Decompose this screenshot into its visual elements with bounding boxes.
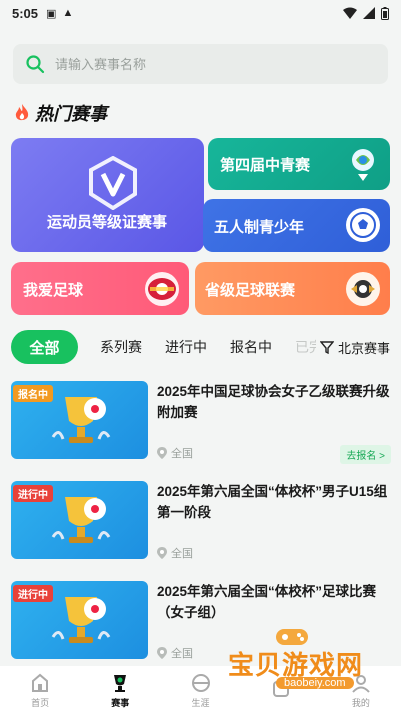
battery-icon — [381, 6, 389, 20]
provincial-league-card[interactable]: 省级足球联赛 — [195, 262, 390, 315]
event-location-text: 全国 — [171, 648, 193, 660]
love-football-label: 我爱足球 — [23, 282, 84, 299]
event-title: 2025年第六届全国“体校杯”足球比赛（女子组） — [157, 584, 377, 620]
athlete-level-label: 运动员等级证赛事 — [47, 214, 168, 231]
region-filter-label: 北京赛事 — [338, 340, 391, 356]
wifi-icon — [343, 7, 357, 19]
nav-events[interactable]: 赛事 — [80, 666, 160, 714]
status-right — [343, 6, 389, 20]
register-button[interactable]: 去报名 > — [340, 445, 391, 464]
event-thumbnail: 报名中 — [11, 381, 148, 459]
event-location: 全国 — [157, 545, 193, 561]
category-tabs: 全部 系列赛 进行中 报名中 已完 北京赛事 — [0, 330, 401, 366]
search-bar[interactable] — [13, 44, 388, 84]
status-bar: 5:05 ▣ ▲ — [0, 0, 401, 26]
trophy-icon — [51, 397, 111, 443]
event-location: 全国 — [157, 445, 193, 461]
five-a-side-label: 五人制青少年 — [214, 219, 305, 236]
trophy-icon — [51, 497, 111, 543]
status-time: 5:05 — [12, 5, 39, 21]
location-pin-icon — [157, 547, 167, 559]
provincial-league-logo-icon — [346, 272, 380, 306]
location-pin-icon — [157, 447, 167, 459]
nav-home[interactable]: 首页 — [0, 666, 80, 714]
trophy-icon — [51, 597, 111, 643]
hot-section-header: 热门赛事 — [13, 100, 107, 126]
fourth-youth-card[interactable]: 第四届中青赛 — [208, 138, 390, 190]
event-thumbnail: 进行中 — [11, 581, 148, 659]
location-pin-icon — [157, 647, 167, 659]
trophy-icon — [114, 674, 127, 692]
event-location-text: 全国 — [171, 448, 193, 460]
athlete-level-card[interactable]: 运动员等级证赛事 — [11, 138, 204, 252]
shield-v-icon — [89, 156, 137, 210]
watermark: 宝贝游戏网 baobeiy.com — [228, 625, 388, 693]
tab-series[interactable]: 系列赛 — [100, 330, 142, 364]
five-a-side-card[interactable]: 五人制青少年 — [203, 199, 390, 252]
hot-title: 热门赛事 — [35, 104, 107, 124]
football-icon — [346, 208, 380, 242]
watermark-url: baobeiy.com — [276, 677, 354, 689]
status-tag: 进行中 — [13, 585, 53, 602]
event-location-text: 全国 — [171, 548, 193, 560]
event-item[interactable]: 报名中 2025年中国足球协会女子乙级联赛升级附加赛 全国 去报名 > — [11, 381, 391, 464]
nav-home-label: 首页 — [31, 697, 50, 708]
provincial-league-label: 省级足球联赛 — [205, 282, 296, 299]
flame-icon — [15, 104, 29, 121]
career-icon — [191, 673, 210, 692]
love-football-card[interactable]: 我爱足球 — [11, 262, 189, 315]
search-input[interactable] — [55, 56, 355, 72]
nav-career-label: 生涯 — [191, 697, 210, 708]
home-icon — [32, 673, 49, 692]
fourth-youth-label: 第四届中青赛 — [220, 157, 311, 174]
event-location: 全国 — [157, 645, 193, 661]
event-thumbnail: 进行中 — [11, 481, 148, 559]
youth-games-logo-icon — [346, 147, 380, 181]
tab-registering[interactable]: 报名中 — [230, 330, 272, 364]
filter-icon — [320, 341, 334, 354]
nav-profile-label: 我的 — [351, 697, 370, 708]
signal-icon — [363, 7, 375, 19]
photo-icon: ▣ — [46, 7, 57, 20]
event-title: 2025年中国足球协会女子乙级联赛升级附加赛 — [157, 384, 390, 420]
event-title: 2025年第六届全国“体校杯”男子U15组第一阶段 — [157, 484, 388, 520]
tab-ongoing[interactable]: 进行中 — [165, 330, 207, 364]
status-tag: 报名中 — [13, 385, 53, 402]
warning-icon: ▲ — [62, 7, 74, 19]
nav-events-label: 赛事 — [111, 697, 130, 708]
tab-all[interactable]: 全部 — [11, 330, 78, 364]
search-icon — [26, 55, 45, 74]
status-tag: 进行中 — [13, 485, 53, 502]
region-filter[interactable]: 北京赛事 — [316, 330, 391, 364]
love-football-logo-icon — [145, 272, 179, 306]
event-item[interactable]: 进行中 2025年第六届全国“体校杯”男子U15组第一阶段 全国 — [11, 481, 391, 561]
